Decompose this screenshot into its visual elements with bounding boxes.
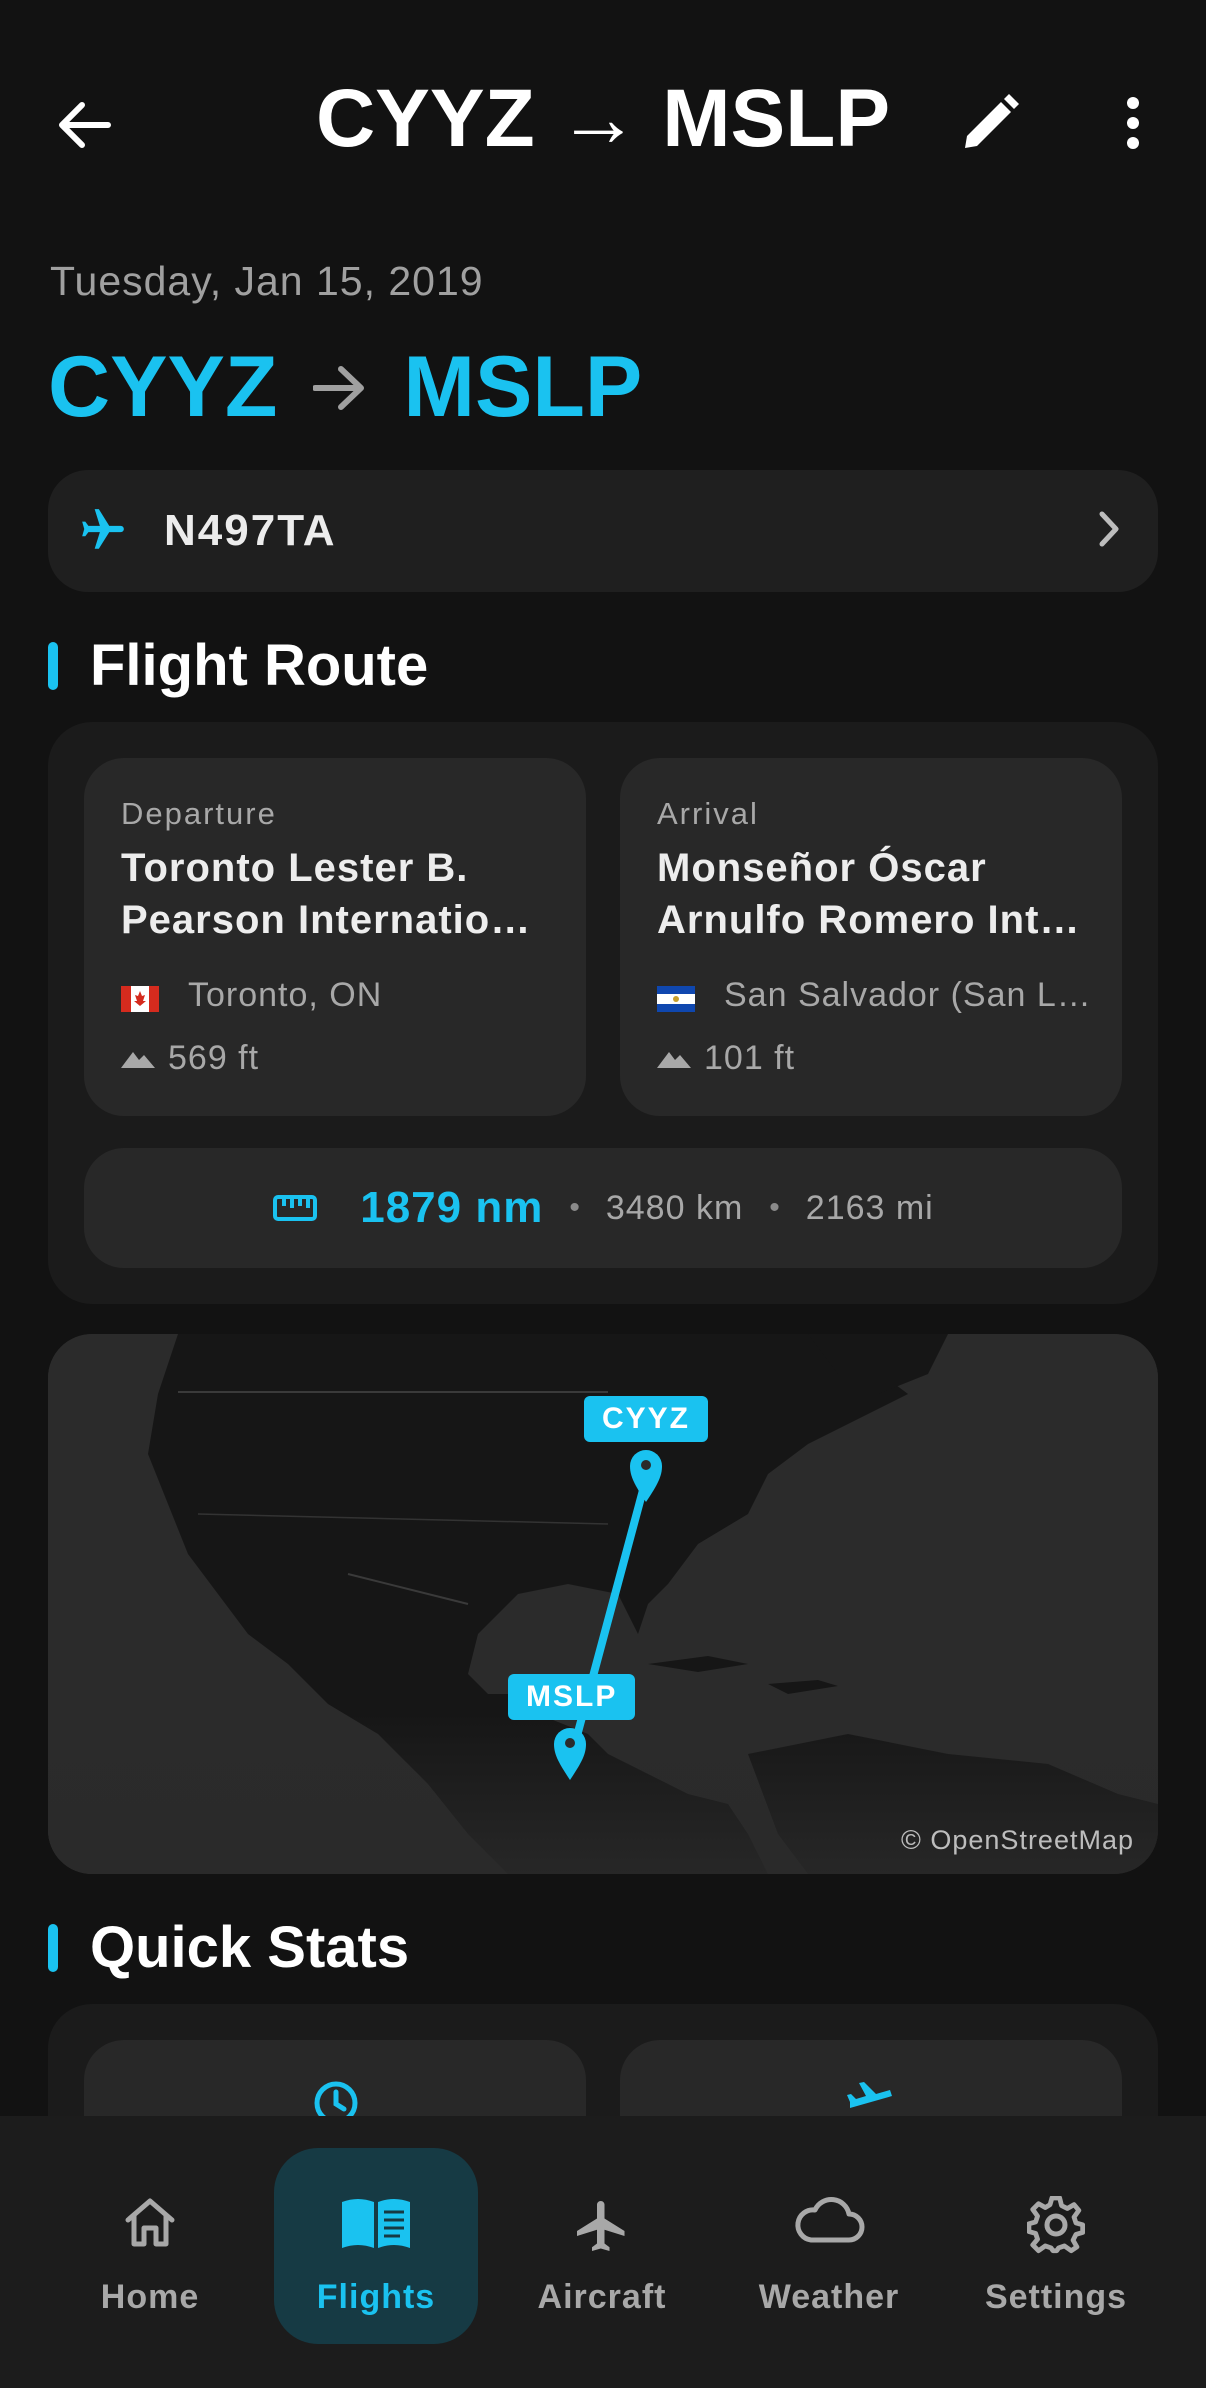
more-vertical-icon [1127,97,1139,149]
origin-map-label[interactable]: CYYZ [584,1396,709,1442]
canada-flag-icon [121,986,159,1012]
gear-icon [1027,2196,1085,2254]
departure-city: Toronto, ON [188,976,383,1014]
departure-label: Departure [121,796,277,831]
nav-item-flights[interactable]: Flights [274,2148,478,2344]
ruler-icon [273,1195,318,1221]
section-accent-bar [48,641,58,690]
destination-code: MSLP [403,339,643,435]
airplane-icon [577,2201,625,2251]
arrival-label: Arrival [657,796,759,831]
separator-dot: • [569,1191,580,1224]
nav-item-home[interactable]: Home [48,2148,252,2344]
flight-route-panel: Departure Toronto Lester B. Pearson Inte… [48,722,1158,1304]
pencil-icon [965,94,1019,148]
airplane-takeoff-icon [847,2082,892,2108]
nav-item-settings[interactable]: Settings [954,2148,1158,2344]
nav-label: Weather [758,2278,900,2316]
page-title: CYYZ → MSLP [315,73,891,164]
nav-label: Home [100,2278,200,2316]
chevron-right-icon [1099,511,1119,547]
section-title: Flight Route [90,633,429,698]
nav-label: Aircraft [537,2278,667,2316]
destination-map-label[interactable]: MSLP [508,1674,636,1720]
distance-km: 3480 km [605,1188,744,1227]
distance-nm: 1879 nm [360,1183,544,1232]
top-app-bar: CYYZ → MSLP [0,0,1206,240]
separator-dot: • [769,1191,780,1224]
quick-stats-header: Quick Stats [48,1914,409,1981]
section-accent-bar [48,1923,58,1972]
departure-airport-name: Toronto Lester B. Pearson Internatio… [121,842,561,946]
arrival-name-line2: Arnulfo Romero Int… [657,898,1081,942]
aircraft-row[interactable]: N497TA [48,470,1158,592]
arrow-right-icon [313,365,365,411]
mountain-icon [657,1052,691,1068]
arrival-card[interactable]: Arrival Monseñor Óscar Arnulfo Romero In… [620,758,1122,1116]
departure-name-line1: Toronto Lester B. [121,846,469,890]
departure-name-line2: Pearson Internatio… [121,898,532,942]
edit-button[interactable] [955,88,1025,158]
nav-label: Settings [984,2278,1128,2316]
nav-item-weather[interactable]: Weather [727,2148,931,2344]
origin-code: CYYZ [48,339,278,435]
mountain-icon [121,1052,155,1068]
nav-label: Flights [316,2278,436,2316]
cloud-icon [795,2197,865,2243]
distance-mi: 2163 mi [805,1188,934,1227]
home-icon [125,2198,175,2247]
distance-summary: 1879 nm • 3480 km • 2163 mi [84,1148,1122,1268]
el-salvador-flag-icon [657,986,695,1012]
more-options-button[interactable] [1098,88,1168,158]
departure-card[interactable]: Departure Toronto Lester B. Pearson Inte… [84,758,586,1116]
airplane-icon [82,509,124,549]
map-attribution[interactable]: © OpenStreetMap [901,1825,1134,1856]
route-map[interactable]: CYYZ MSLP © OpenStreetMap [48,1334,1158,1874]
book-icon [342,2199,410,2248]
bottom-navigation: Home Flights Aircraft Weather Settings [0,2116,1206,2388]
departure-elevation: 569 ft [168,1039,260,1077]
section-title: Quick Stats [90,1915,410,1980]
aircraft-registration: N497TA [164,506,337,555]
flight-date: Tuesday, Jan 15, 2019 [50,258,484,304]
arrival-airport-name: Monseñor Óscar Arnulfo Romero Int… [657,842,1097,946]
arrival-city: San Salvador (San L… [724,976,1092,1014]
nav-item-aircraft[interactable]: Aircraft [500,2148,704,2344]
route-heading: CYYZ MSLP [48,338,642,437]
arrival-elevation: 101 ft [704,1039,796,1077]
arrival-name-line1: Monseñor Óscar [657,846,987,890]
flight-route-header: Flight Route [48,632,428,699]
